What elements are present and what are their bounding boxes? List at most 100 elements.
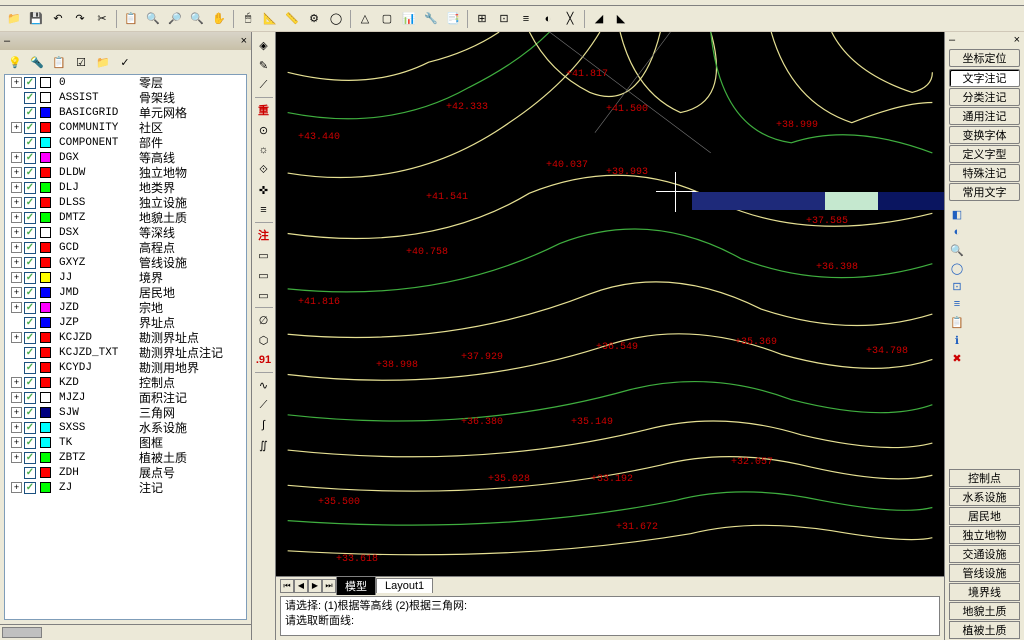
toolcol-btn-4[interactable]: ⊙ [254, 121, 274, 139]
layer-checkbox[interactable]: ✓ [24, 182, 36, 194]
toolcol-btn-18[interactable]: ∫ [254, 416, 274, 434]
toolbar-btn-9[interactable]: ✋ [209, 9, 229, 29]
right-icon-3[interactable]: ◯ [949, 260, 965, 276]
layer-checkbox[interactable]: ✓ [24, 362, 36, 374]
layer-checkbox[interactable]: ✓ [24, 317, 36, 329]
layer-checkbox[interactable]: ✓ [24, 392, 36, 404]
layer-row[interactable]: +✓JZD宗地 [5, 300, 246, 315]
category-btn-5[interactable]: 管线设施 [949, 564, 1020, 582]
layer-color-swatch[interactable] [40, 77, 51, 88]
right-icon-7[interactable]: ℹ [949, 332, 965, 348]
toolbar-btn-7[interactable]: 🔎 [165, 9, 185, 29]
expand-icon[interactable]: + [11, 227, 22, 238]
layer-color-swatch[interactable] [40, 287, 51, 298]
toolcol-btn-16[interactable]: ∿ [254, 376, 274, 394]
layer-row[interactable]: +✓DLDW独立地物 [5, 165, 246, 180]
right-header[interactable]: –× [945, 32, 1024, 48]
layer-row[interactable]: +✓JMD居民地 [5, 285, 246, 300]
layer-color-swatch[interactable] [40, 392, 51, 403]
layer-row[interactable]: +✓GXYZ管线设施 [5, 255, 246, 270]
panel-tb-1[interactable]: 🔦 [28, 53, 46, 71]
panel-minus-icon[interactable]: – [4, 35, 10, 47]
toolcol-btn-19[interactable]: ∬ [254, 436, 274, 454]
layer-row[interactable]: +✓ZBTZ植被土质 [5, 450, 246, 465]
toolcol-btn-5[interactable]: ☼ [254, 141, 274, 159]
toolbar-btn-14[interactable]: ◯ [326, 9, 346, 29]
expand-icon[interactable]: + [11, 287, 22, 298]
category-btn-0[interactable]: 控制点 [949, 469, 1020, 487]
category-btn-2[interactable]: 居民地 [949, 507, 1020, 525]
layer-row[interactable]: ✓BASICGRID单元网格 [5, 105, 246, 120]
expand-icon[interactable]: + [11, 332, 22, 343]
layer-color-swatch[interactable] [40, 467, 51, 478]
category-btn-3[interactable]: 独立地物 [949, 526, 1020, 544]
toolbar-btn-10[interactable]: 🖱 [238, 9, 258, 29]
panel-tb-3[interactable]: ☑ [72, 53, 90, 71]
layer-checkbox[interactable]: ✓ [24, 302, 36, 314]
layer-row[interactable]: +✓MJZJ面积注记 [5, 390, 246, 405]
toolbar-btn-4[interactable]: ✂ [92, 9, 112, 29]
layer-color-swatch[interactable] [40, 137, 51, 148]
layer-checkbox[interactable]: ✓ [24, 122, 36, 134]
tab-first-icon[interactable]: ⏮ [280, 579, 294, 593]
toolbar-btn-0[interactable]: 📁 [4, 9, 24, 29]
toolcol-btn-13[interactable]: ∅ [254, 311, 274, 329]
panel-tb-2[interactable]: 📋 [50, 53, 68, 71]
layer-color-swatch[interactable] [40, 92, 51, 103]
toolcol-btn-10[interactable]: ▭ [254, 246, 274, 264]
toolbar-btn-23[interactable]: ◐ [538, 9, 558, 29]
layer-checkbox[interactable]: ✓ [24, 152, 36, 164]
layer-checkbox[interactable]: ✓ [24, 437, 36, 449]
toolbar-btn-3[interactable]: ↷ [70, 9, 90, 29]
annot-btn-6[interactable]: 常用文字 [949, 183, 1020, 201]
layer-color-swatch[interactable] [40, 197, 51, 208]
expand-icon[interactable]: + [11, 152, 22, 163]
layer-checkbox[interactable]: ✓ [24, 107, 36, 119]
layer-checkbox[interactable]: ✓ [24, 407, 36, 419]
layer-checkbox[interactable]: ✓ [24, 377, 36, 389]
layer-row[interactable]: +✓KZD控制点 [5, 375, 246, 390]
tab-prev-icon[interactable]: ◀ [294, 579, 308, 593]
panel-tb-0[interactable]: 💡 [6, 53, 24, 71]
expand-icon[interactable]: + [11, 482, 22, 493]
expand-icon[interactable]: + [11, 272, 22, 283]
panel-tb-5[interactable]: ✓ [116, 53, 134, 71]
toolcol-btn-1[interactable]: ✎ [254, 56, 274, 74]
toolbar-btn-1[interactable]: 💾 [26, 9, 46, 29]
toolbar-btn-21[interactable]: ⊡ [494, 9, 514, 29]
category-btn-4[interactable]: 交通设施 [949, 545, 1020, 563]
panel-close-icon[interactable]: × [241, 35, 247, 47]
toolcol-btn-6[interactable]: ⟐ [254, 161, 274, 179]
layer-color-swatch[interactable] [40, 482, 51, 493]
toolbar-btn-8[interactable]: 🔍 [187, 9, 207, 29]
layer-row[interactable]: +✓0零层 [5, 75, 246, 90]
toolbar-btn-13[interactable]: ⚙ [304, 9, 324, 29]
layer-checkbox[interactable]: ✓ [24, 242, 36, 254]
expand-icon[interactable]: + [11, 212, 22, 223]
toolcol-btn-17[interactable]: ⟋ [254, 396, 274, 414]
toolcol-btn-8[interactable]: ≡ [254, 201, 274, 219]
toolcol-btn-14[interactable]: ⬡ [254, 331, 274, 349]
toolbar-btn-16[interactable]: ▢ [377, 9, 397, 29]
layer-row[interactable]: ✓JZP界址点 [5, 315, 246, 330]
layer-row[interactable]: +✓TK图框 [5, 435, 246, 450]
panel-tb-4[interactable]: 📁 [94, 53, 112, 71]
layer-color-swatch[interactable] [40, 272, 51, 283]
command-line[interactable]: 请选择: (1)根据等高线 (2)根据三角网: 请选取断面线: [280, 596, 940, 636]
right-icon-0[interactable]: ◧ [949, 206, 965, 222]
expand-icon[interactable]: + [11, 302, 22, 313]
layer-checkbox[interactable]: ✓ [24, 482, 36, 494]
drawing-canvas[interactable]: 42.33341.81741.50038.99943.44041.54140.0… [276, 32, 944, 576]
layer-color-swatch[interactable] [40, 107, 51, 118]
toolcol-btn-12[interactable]: ▭ [254, 286, 274, 304]
toolbar-btn-15[interactable]: △ [355, 9, 375, 29]
layer-row[interactable]: +✓DMTZ地貌土质 [5, 210, 246, 225]
toolcol-btn-9[interactable]: 注 [254, 226, 274, 244]
btn-coord-locate[interactable]: 坐标定位 [949, 49, 1020, 67]
category-btn-1[interactable]: 水系设施 [949, 488, 1020, 506]
layer-row[interactable]: +✓ZJ注记 [5, 480, 246, 495]
expand-icon[interactable]: + [11, 392, 22, 403]
right-icon-8[interactable]: ✖ [949, 350, 965, 366]
layer-row[interactable]: +✓SJW三角网 [5, 405, 246, 420]
tab-last-icon[interactable]: ⏭ [322, 579, 336, 593]
